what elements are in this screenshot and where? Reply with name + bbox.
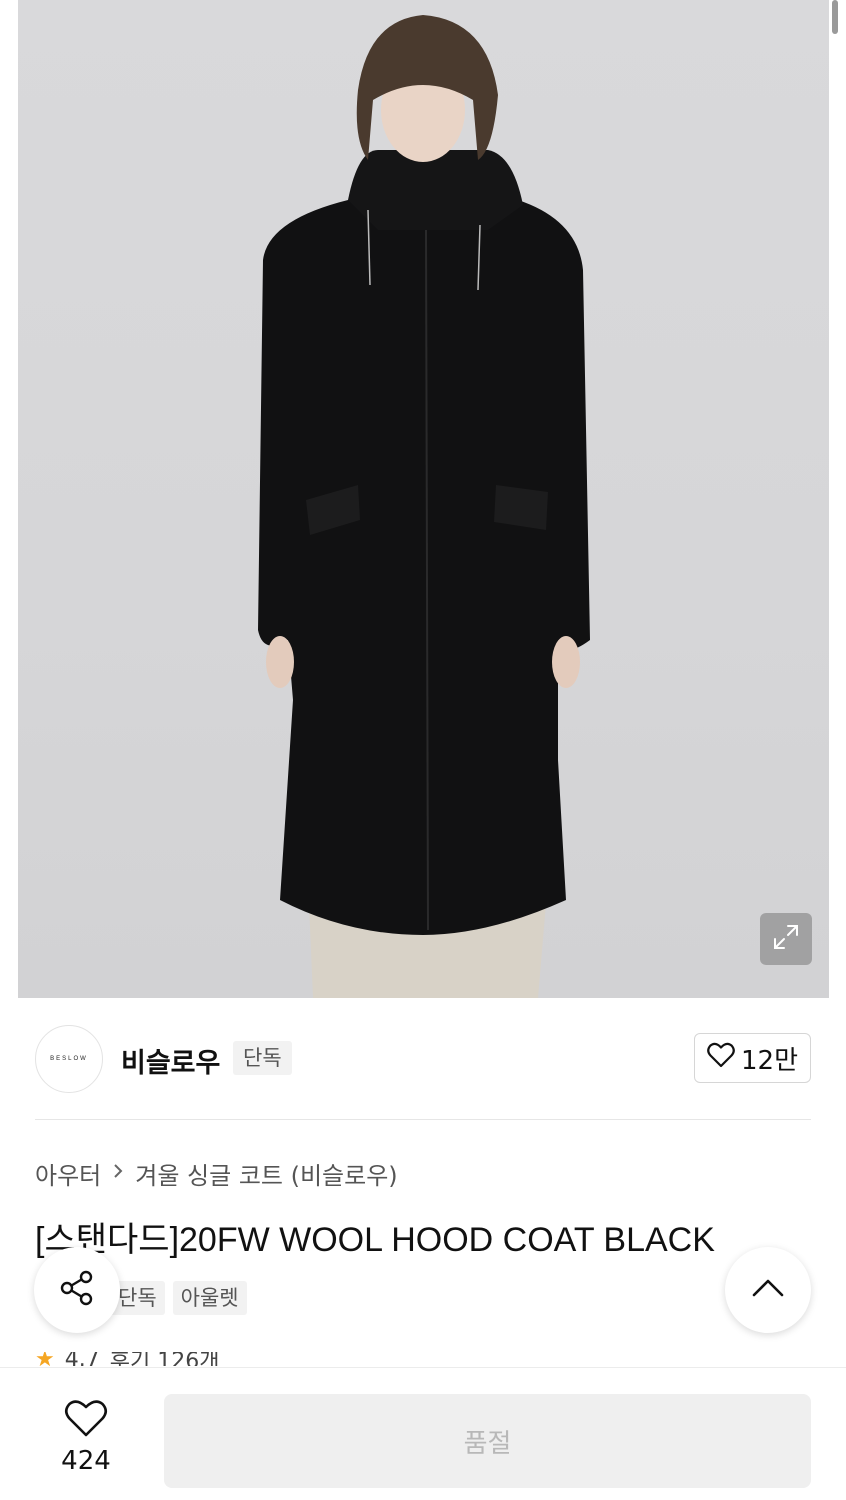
tag-outlet: 아울렛 [172,1281,247,1315]
heart-icon [64,1398,108,1442]
divider [35,1119,811,1120]
scrollbar[interactable] [832,0,838,34]
product-title: [스탠다드]20FW WOOL HOOD COAT BLACK [35,1221,715,1259]
sold-out-button[interactable]: 품절 [164,1394,811,1488]
breadcrumb: 아우터 겨울 싱글 코트 (비슬로우) [35,1156,398,1191]
product-tags: 단독 아울렛 [110,1281,247,1315]
favorite-button[interactable]: 424 [40,1398,132,1476]
chevron-up-icon [751,1277,785,1303]
breadcrumb-category[interactable]: 아우터 [35,1156,101,1191]
brand-like-count: 12만 [740,1045,798,1076]
review-count: 후기 126개 [109,1352,220,1366]
brand-logo[interactable]: BESLOW [35,1025,103,1093]
brand-like-button[interactable]: 12만 [694,1033,811,1083]
expand-icon [771,922,801,956]
share-icon [57,1268,97,1312]
brand-row: BESLOW 비슬로우 단독 12만 [35,1025,811,1093]
favorite-count: 424 [61,1446,111,1476]
heart-icon [707,1042,735,1075]
product-image-area [0,0,846,998]
bottom-action-bar: 424 품절 [0,1367,846,1500]
breadcrumb-subcategory[interactable]: 겨울 싱글 코트 (비슬로우) [135,1156,397,1191]
brand-logo-text: BESLOW [50,1056,88,1062]
product-photo[interactable] [18,0,829,998]
scroll-top-button[interactable] [725,1247,811,1333]
product-photo-illustration [258,15,590,998]
share-button[interactable] [34,1247,120,1333]
rating-row[interactable]: ★ 4.7 후기 126개 [35,1352,219,1366]
sold-out-label: 품절 [463,1428,512,1459]
brand-name[interactable]: 비슬로우 [121,1041,220,1080]
expand-image-button[interactable] [760,913,812,965]
rating-score: 4.7 [64,1352,100,1366]
brand-exclusive-badge: 단독 [233,1041,292,1075]
chevron-right-icon [111,1161,125,1186]
star-icon: ★ [35,1352,55,1366]
